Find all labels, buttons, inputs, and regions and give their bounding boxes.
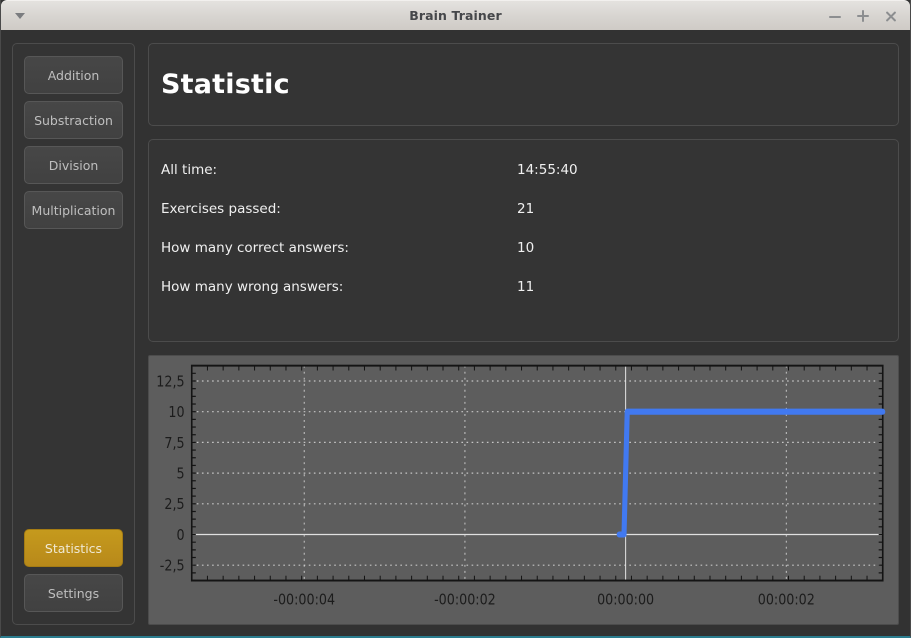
window-content: Addition Substraction Division Multiplic… — [1, 30, 910, 636]
stat-label: How many wrong answers: — [161, 279, 344, 295]
sidebar-operations-group: Addition Substraction Division Multiplic… — [24, 56, 123, 229]
main-area: Statistic All time: 14:55:40 Exercises p… — [148, 43, 899, 625]
app-window: Brain Trainer Addition Substraction Divi… — [0, 0, 911, 638]
stat-row-correct-answers: How many correct answers: 10 — [161, 240, 876, 256]
y-tick-label: 12,5 — [156, 373, 184, 390]
y-tick-label: 2,5 — [164, 496, 184, 513]
y-tick-label: 5 — [177, 466, 185, 483]
plot-background — [191, 365, 883, 581]
y-tick-label: 0 — [177, 527, 185, 544]
stat-label: All time: — [161, 162, 218, 178]
x-tick-label: 00:00:02 — [758, 592, 815, 609]
sidebar: Addition Substraction Division Multiplic… — [12, 43, 135, 625]
stat-row-exercises-passed: Exercises passed: 21 — [161, 201, 876, 217]
sidebar-item-label: Multiplication — [31, 202, 116, 218]
sidebar-item-label: Statistics — [44, 540, 103, 556]
statistics-panel: All time: 14:55:40 Exercises passed: 21 … — [148, 139, 899, 342]
page-title: Statistic — [161, 69, 290, 100]
sidebar-item-multiplication[interactable]: Multiplication — [24, 191, 123, 229]
stat-value: 14:55:40 — [517, 162, 578, 178]
x-tick-label: -00:00:04 — [273, 592, 335, 609]
stat-label: Exercises passed: — [161, 201, 281, 217]
x-tick-label: -00:00:02 — [434, 592, 496, 609]
y-tick-label: 10 — [168, 404, 184, 421]
stat-label: How many correct answers: — [161, 240, 349, 256]
x-tick-label: 00:00:00 — [597, 592, 654, 609]
sidebar-item-addition[interactable]: Addition — [24, 56, 123, 94]
close-icon[interactable] — [884, 7, 898, 25]
window-title: Brain Trainer — [409, 8, 502, 23]
window-titlebar: Brain Trainer — [1, 0, 910, 30]
stat-value: 21 — [517, 201, 535, 217]
sidebar-item-statistics[interactable]: Statistics — [24, 529, 123, 567]
y-tick-label: -2,5 — [160, 558, 185, 575]
header-panel: Statistic — [148, 43, 899, 126]
caret-down-icon — [15, 12, 25, 19]
sidebar-item-division[interactable]: Division — [24, 146, 123, 184]
maximize-icon[interactable] — [856, 7, 870, 25]
statistics-chart: 12,5 10 7,5 5 2,5 0 -2,5 -00:00:04 -00:00:02 00:0… — [148, 355, 899, 625]
sidebar-item-settings[interactable]: Settings — [24, 574, 123, 612]
y-tick-label: 7,5 — [164, 435, 184, 452]
stat-row-wrong-answers: How many wrong answers: 11 — [161, 279, 876, 295]
minimize-icon[interactable] — [828, 7, 842, 25]
stat-value: 11 — [517, 279, 535, 295]
window-menu-button[interactable] — [9, 1, 31, 30]
stat-row-all-time: All time: 14:55:40 — [161, 162, 876, 178]
window-controls — [828, 1, 904, 30]
sidebar-item-label: Substraction — [34, 112, 113, 128]
sidebar-item-substraction[interactable]: Substraction — [24, 101, 123, 139]
sidebar-item-label: Settings — [47, 585, 100, 601]
sidebar-item-label: Addition — [47, 67, 100, 83]
stat-value: 10 — [517, 240, 535, 256]
sidebar-bottom-group: Statistics Settings — [24, 529, 123, 612]
sidebar-item-label: Division — [48, 157, 99, 173]
chart-canvas: 12,5 10 7,5 5 2,5 0 -2,5 -00:00:04 -00:00:02 00:0… — [156, 364, 886, 609]
